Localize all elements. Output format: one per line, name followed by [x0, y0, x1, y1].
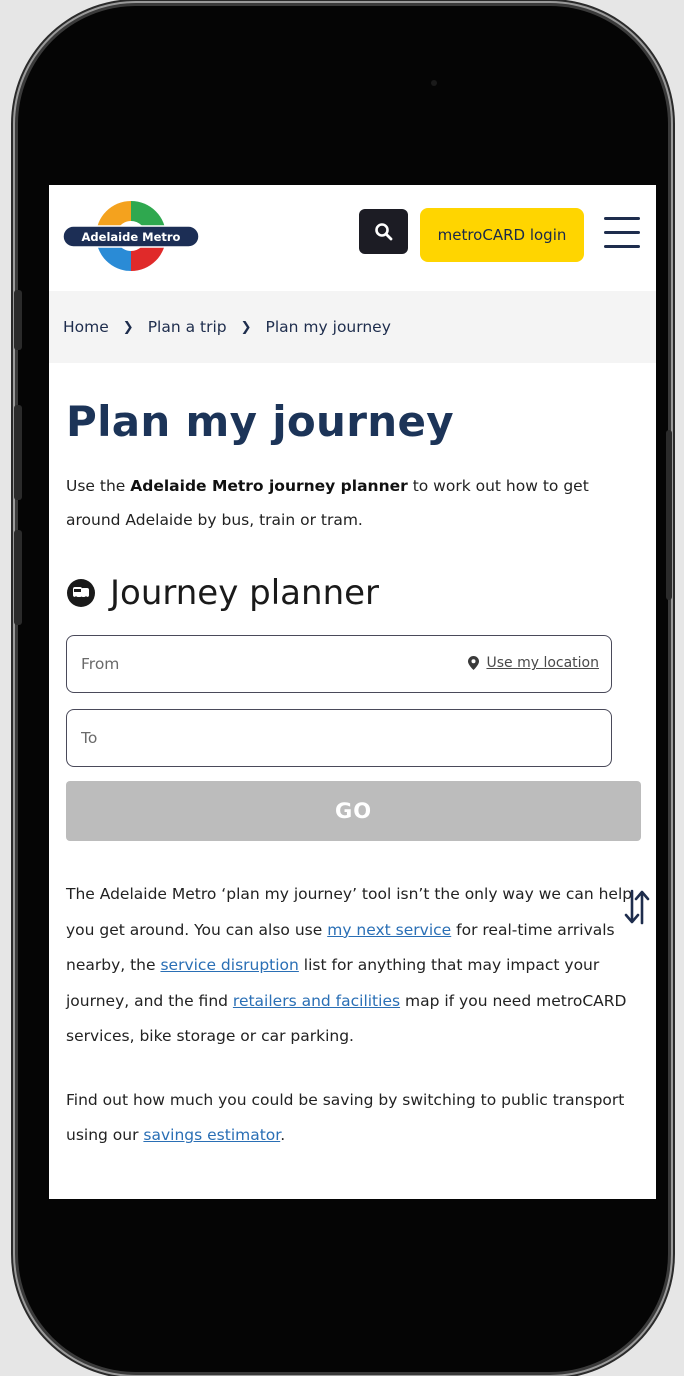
journey-planner-icon [67, 579, 95, 608]
breadcrumb: Home ❯ Plan a trip ❯ Plan my journey [49, 291, 656, 363]
use-my-location-label: Use my location [486, 655, 599, 672]
breadcrumb-home[interactable]: Home [63, 318, 109, 336]
breadcrumb-current: Plan my journey [265, 318, 391, 336]
adelaide-metro-logo[interactable]: Adelaide Metro [61, 195, 201, 277]
go-button[interactable]: GO [66, 781, 641, 842]
retailers-facilities-link[interactable]: retailers and facilities [233, 992, 400, 1010]
volume-up-button [14, 405, 22, 500]
savings-paragraph: Find out how much you could be saving by… [66, 1090, 625, 1145]
page-title: Plan my journey [66, 397, 454, 446]
site-header: Adelaide Metro metroCARD login [49, 185, 656, 291]
main-content: Plan my journey Use the Adelaide Metro j… [49, 397, 656, 1154]
savings-estimator-link[interactable]: savings estimator [143, 1126, 280, 1144]
use-my-location-link[interactable]: Use my location [468, 655, 599, 671]
swap-direction-icon[interactable] [623, 885, 651, 929]
intro-text: Use the Adelaide Metro journey planner t… [66, 477, 589, 530]
camera-dot [431, 80, 437, 86]
chevron-right-icon: ❯ [122, 319, 134, 335]
chevron-right-icon: ❯ [240, 319, 252, 335]
volume-down-button [14, 530, 22, 625]
mute-switch [14, 290, 22, 350]
service-disruption-link[interactable]: service disruption [160, 956, 298, 974]
location-pin-icon [468, 656, 480, 671]
my-next-service-link[interactable]: my next service [327, 921, 451, 939]
power-button [666, 430, 672, 600]
hamburger-menu-icon[interactable] [604, 215, 640, 249]
breadcrumb-plan-a-trip[interactable]: Plan a trip [148, 318, 227, 336]
svg-text:Adelaide Metro: Adelaide Metro [82, 230, 181, 244]
to-input[interactable] [67, 710, 611, 767]
search-icon [374, 222, 392, 240]
from-field: Use my location [66, 635, 612, 694]
journey-planner-title: Journey planner [110, 573, 380, 614]
info-paragraph: The Adelaide Metro ‘plan my journey’ too… [66, 885, 633, 1046]
to-field [66, 709, 612, 768]
search-button[interactable] [359, 209, 408, 254]
journey-planner-heading: Journey planner [66, 573, 639, 613]
metrocard-login-button[interactable]: metroCARD login [420, 208, 584, 262]
phone-screen: Adelaide Metro metroCARD login Home ❯ Pl… [49, 185, 656, 1199]
